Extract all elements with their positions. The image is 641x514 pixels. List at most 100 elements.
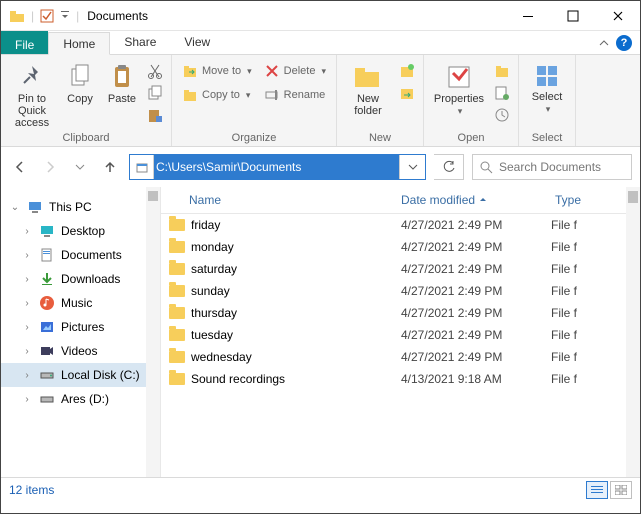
- new-folder-icon: [352, 63, 384, 91]
- back-button[interactable]: [9, 156, 31, 178]
- up-button[interactable]: [99, 156, 121, 178]
- easy-access-icon[interactable]: [399, 85, 415, 101]
- thumbnails-view-icon: [615, 485, 627, 495]
- tree-item-local-disk[interactable]: Local Disk (C:): [1, 363, 160, 387]
- address-icon: [130, 155, 154, 179]
- file-type: File f: [551, 306, 626, 320]
- details-view-button[interactable]: [586, 481, 608, 499]
- folder-icon: [169, 351, 185, 363]
- column-date-modified[interactable]: Date modified: [401, 193, 551, 207]
- ribbon-select-label: Select: [525, 130, 569, 144]
- address-dropdown[interactable]: [399, 155, 425, 179]
- file-row[interactable]: wednesday4/27/2021 2:49 PMFile f: [161, 346, 626, 368]
- column-name[interactable]: Name: [161, 193, 401, 207]
- new-folder-button[interactable]: New folder: [343, 59, 393, 117]
- search-icon: [479, 160, 493, 174]
- file-name: tuesday: [191, 328, 233, 342]
- column-type[interactable]: Type: [551, 193, 626, 207]
- copy-to-button[interactable]: Copy to▾: [178, 85, 256, 105]
- navigation-pane: This PC Desktop Documents Downloads Musi…: [1, 187, 161, 477]
- file-row[interactable]: saturday4/27/2021 2:49 PMFile f: [161, 258, 626, 280]
- drive-icon-2: [39, 391, 55, 407]
- file-date: 4/27/2021 2:49 PM: [401, 284, 551, 298]
- properties-button[interactable]: Properties ▾: [430, 59, 488, 117]
- collapse-ribbon-icon[interactable]: [598, 37, 610, 49]
- help-icon[interactable]: ?: [616, 35, 632, 51]
- cut-icon[interactable]: [147, 63, 163, 79]
- file-row[interactable]: Sound recordings4/13/2021 9:18 AMFile f: [161, 368, 626, 390]
- window-title: Documents: [87, 9, 148, 23]
- file-row[interactable]: friday4/27/2021 2:49 PMFile f: [161, 214, 626, 236]
- tree-item-music[interactable]: Music: [1, 291, 160, 315]
- file-row[interactable]: sunday 4/27/2021 2:49 PMFile f: [161, 280, 626, 302]
- details-view-icon: [591, 485, 603, 495]
- music-icon: [39, 295, 55, 311]
- downloads-icon: [39, 271, 55, 287]
- search-placeholder: Search Documents: [499, 160, 601, 174]
- tab-home[interactable]: Home: [48, 32, 110, 55]
- checkbox-qat-icon[interactable]: [40, 9, 54, 23]
- file-type: File f: [551, 328, 626, 342]
- address-bar[interactable]: C:\Users\Samir\Documents: [129, 154, 426, 180]
- qat-dropdown-icon[interactable]: [60, 9, 70, 23]
- tab-file[interactable]: File: [1, 31, 48, 54]
- tab-view[interactable]: View: [170, 31, 224, 54]
- edit-icon[interactable]: [494, 85, 510, 101]
- file-date: 4/27/2021 2:49 PM: [401, 262, 551, 276]
- thumbnails-view-button[interactable]: [610, 481, 632, 499]
- ribbon-organize-label: Organize: [178, 130, 330, 144]
- move-to-button[interactable]: Move to▾: [178, 61, 256, 81]
- drive-icon: [39, 367, 55, 383]
- address-path[interactable]: C:\Users\Samir\Documents: [154, 155, 399, 179]
- file-row[interactable]: tuesday4/27/2021 2:49 PMFile f: [161, 324, 626, 346]
- properties-icon: [445, 63, 473, 91]
- tree-item-documents[interactable]: Documents: [1, 243, 160, 267]
- file-row[interactable]: thursday4/27/2021 2:49 PMFile f: [161, 302, 626, 324]
- file-type: File f: [551, 350, 626, 364]
- recent-locations-button[interactable]: [69, 156, 91, 178]
- file-date: 4/27/2021 2:49 PM: [401, 240, 551, 254]
- folder-qat-icon[interactable]: [9, 9, 25, 23]
- select-button[interactable]: Select▾: [525, 59, 569, 115]
- rename-button[interactable]: Rename: [260, 85, 330, 105]
- paste-shortcut-icon[interactable]: [147, 107, 163, 123]
- new-item-icon[interactable]: [399, 63, 415, 79]
- sort-indicator-icon: [479, 196, 487, 204]
- refresh-button[interactable]: [434, 154, 464, 180]
- tree-item-pictures[interactable]: Pictures: [1, 315, 160, 339]
- close-button[interactable]: [595, 2, 640, 30]
- minimize-button[interactable]: [505, 2, 550, 30]
- rename-icon: [264, 87, 280, 103]
- maximize-button[interactable]: [550, 2, 595, 30]
- qat-divider: |: [31, 9, 34, 23]
- file-row[interactable]: monday4/27/2021 2:49 PMFile f: [161, 236, 626, 258]
- tree-item-videos[interactable]: Videos: [1, 339, 160, 363]
- explorer-body: This PC Desktop Documents Downloads Musi…: [1, 187, 640, 477]
- tab-share[interactable]: Share: [110, 31, 170, 54]
- tree-item-downloads[interactable]: Downloads: [1, 267, 160, 291]
- paste-button[interactable]: Paste: [103, 59, 141, 105]
- search-box[interactable]: Search Documents: [472, 154, 632, 180]
- file-name: saturday: [191, 262, 237, 276]
- copy-path-icon[interactable]: [147, 85, 163, 101]
- tree-item-desktop[interactable]: Desktop: [1, 219, 160, 243]
- quick-access-toolbar: | |: [1, 9, 79, 23]
- file-type: File f: [551, 284, 626, 298]
- move-to-icon: [182, 63, 198, 79]
- file-name: sunday: [191, 284, 230, 298]
- forward-button[interactable]: [39, 156, 61, 178]
- qat-divider-2: |: [76, 9, 79, 23]
- tree-item-ares[interactable]: Ares (D:): [1, 387, 160, 411]
- tree-scrollbar[interactable]: [146, 187, 160, 477]
- pin-to-quick-access-button[interactable]: Pin to Quick access: [7, 59, 57, 129]
- history-icon[interactable]: [494, 107, 510, 123]
- documents-icon: [39, 247, 55, 263]
- tree-item-this-pc[interactable]: This PC: [1, 195, 160, 219]
- ribbon-group-open: Properties ▾ Open: [424, 55, 519, 146]
- file-date: 4/27/2021 2:49 PM: [401, 350, 551, 364]
- open-icon[interactable]: [494, 63, 510, 79]
- copy-button[interactable]: Copy: [61, 59, 99, 105]
- delete-button[interactable]: Delete▾: [260, 61, 330, 81]
- list-scrollbar[interactable]: [626, 187, 640, 477]
- navigation-bar: C:\Users\Samir\Documents Search Document…: [1, 147, 640, 187]
